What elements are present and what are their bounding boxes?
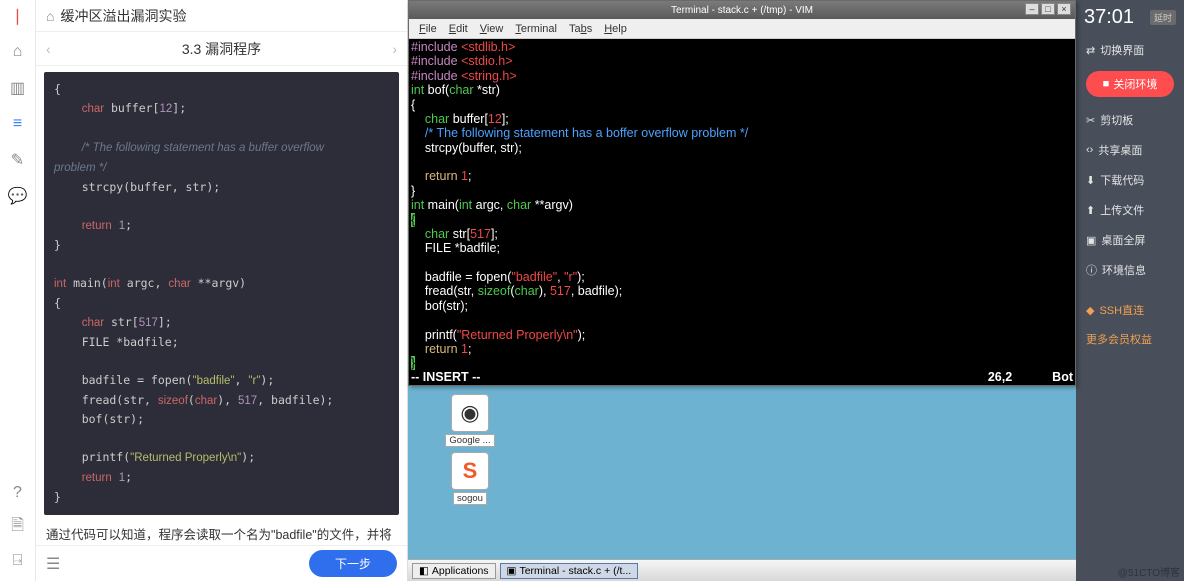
menu-view[interactable]: View xyxy=(476,23,508,35)
toc-icon[interactable]: ☰ xyxy=(46,554,60,574)
menu-terminal[interactable]: Terminal xyxy=(511,23,561,35)
chat-icon[interactable]: 💬 xyxy=(8,186,28,206)
remote-desktop[interactable]: › Terminal - stack.c + (/tmp) - VIM – □ … xyxy=(408,0,1076,581)
lesson-footer: ☰ 下一步 xyxy=(36,545,407,581)
chrome-label: Google ... xyxy=(445,434,494,447)
bookmark-icon[interactable]: ❘ xyxy=(8,6,28,26)
env-info-button[interactable]: ⓘ 环境信息 xyxy=(1076,255,1184,285)
paragraph-1: 通过代码可以知道，程序会读取一个名为"badfile"的文件，并将文件内容装入"… xyxy=(46,525,397,545)
lesson-title: 缓冲区溢出漏洞实验 xyxy=(60,6,186,26)
edit-icon[interactable]: ✎ xyxy=(8,150,28,170)
terminal-menubar: File Edit View Terminal Tabs Help xyxy=(409,19,1075,39)
vim-mode: -- INSERT -- xyxy=(411,370,480,384)
timer-tag[interactable]: 延时 xyxy=(1150,10,1176,25)
section-bar: ‹ 3.3 漏洞程序 › xyxy=(36,32,407,66)
home-icon[interactable]: ⌂ xyxy=(8,42,28,62)
timer: 37:01 xyxy=(1084,6,1134,29)
next-section-button[interactable]: › xyxy=(392,41,397,57)
close-button[interactable]: × xyxy=(1057,3,1071,15)
vim-loc: Bot xyxy=(1052,370,1073,384)
download-button[interactable]: ⬇ 下载代码 xyxy=(1076,165,1184,195)
applications-menu[interactable]: ◧ Applications xyxy=(412,563,496,579)
sogou-label: sogou xyxy=(453,492,487,505)
chrome-icon: ◉ xyxy=(460,400,479,426)
minimize-button[interactable]: – xyxy=(1025,3,1039,15)
code-block-1: { char buffer[12]; /* The following stat… xyxy=(44,72,399,515)
maximize-button[interactable]: □ xyxy=(1041,3,1055,15)
left-icon-strip: ❘ ⌂ ▥ ≡ ✎ 💬 ? 🗎 ⍈ xyxy=(0,0,36,581)
right-sidebar: 37:01 延时 ⇄ 切换界面 ■ 关闭环境 ✂ 剪切板 ‹› 共享桌面 ⬇ 下… xyxy=(1076,0,1184,581)
window-title: Terminal - stack.c + (/tmp) - VIM xyxy=(671,5,813,16)
watermark: @51CTO博客 xyxy=(1118,564,1180,579)
ssh-button[interactable]: ◆ SSH直连 xyxy=(1076,295,1184,325)
desktop-icon-sogou[interactable]: S sogou xyxy=(442,452,498,505)
sogou-icon: S xyxy=(463,458,478,484)
share-button[interactable]: ‹› 共享桌面 xyxy=(1076,135,1184,165)
lesson-body[interactable]: { char buffer[12]; /* The following stat… xyxy=(36,66,407,545)
vim-pos: 26,2 xyxy=(988,370,1012,384)
menu-edit[interactable]: Edit xyxy=(445,23,472,35)
lesson-panel: ⌂ 缓冲区溢出漏洞实验 ‹ 3.3 漏洞程序 › { char buffer[1… xyxy=(36,0,408,581)
prev-section-button[interactable]: ‹ xyxy=(46,41,51,57)
clipboard-button[interactable]: ✂ 剪切板 xyxy=(1076,105,1184,135)
taskbar-item-terminal[interactable]: ▣ Terminal - stack.c + (/t... xyxy=(500,563,639,579)
desktop-icon-chrome[interactable]: ◉ Google ... xyxy=(442,394,498,447)
more-benefits-link[interactable]: 更多会员权益 xyxy=(1076,325,1184,353)
upload-button[interactable]: ⬆ 上传文件 xyxy=(1076,195,1184,225)
fullscreen-button[interactable]: ▣ 桌面全屏 xyxy=(1076,225,1184,255)
lesson-title-bar: ⌂ 缓冲区溢出漏洞实验 xyxy=(36,0,407,32)
menu-help[interactable]: Help xyxy=(600,23,631,35)
exit-icon[interactable]: ⍈ xyxy=(8,551,28,571)
grid-icon[interactable]: ▥ xyxy=(8,78,28,98)
close-env-button[interactable]: ■ 关闭环境 xyxy=(1086,71,1174,97)
window-titlebar[interactable]: Terminal - stack.c + (/tmp) - VIM – □ × xyxy=(409,1,1075,19)
menu-tabs[interactable]: Tabs xyxy=(565,23,596,35)
terminal-window[interactable]: Terminal - stack.c + (/tmp) - VIM – □ × … xyxy=(408,0,1076,386)
help-icon[interactable]: ? xyxy=(8,483,28,503)
terminal-body[interactable]: #include <stdlib.h> #include <stdio.h> #… xyxy=(409,39,1075,385)
switch-view-button[interactable]: ⇄ 切换界面 xyxy=(1076,35,1184,65)
next-button[interactable]: 下一步 xyxy=(309,550,397,577)
list-icon[interactable]: ≡ xyxy=(8,114,28,134)
taskbar: ◧ Applications ▣ Terminal - stack.c + (/… xyxy=(408,559,1076,581)
menu-file[interactable]: File xyxy=(415,23,441,35)
section-title: 3.3 漏洞程序 xyxy=(182,39,261,59)
doc-icon[interactable]: 🗎 xyxy=(8,517,28,537)
home-icon[interactable]: ⌂ xyxy=(46,8,54,24)
vim-status-line: -- INSERT -- 26,2 Bot xyxy=(411,370,1073,384)
